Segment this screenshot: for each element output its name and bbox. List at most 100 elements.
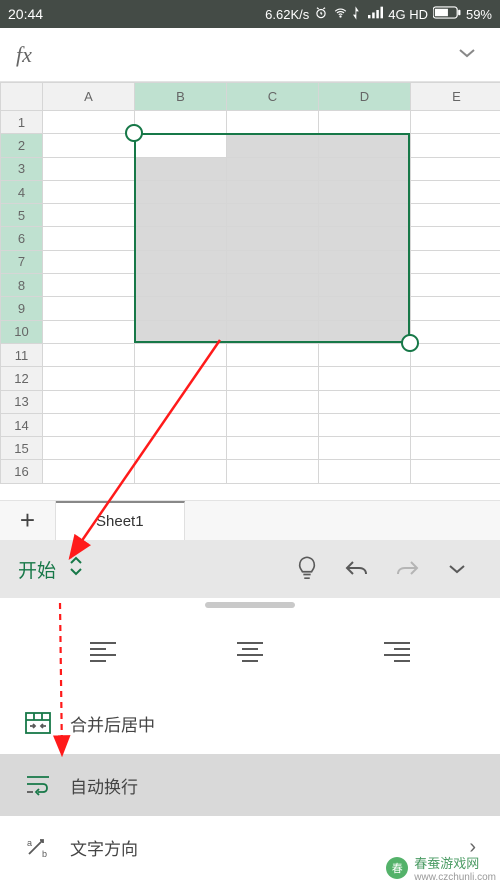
row-header[interactable]: 15: [1, 437, 43, 460]
col-header[interactable]: B: [135, 83, 227, 111]
align-center-button[interactable]: [222, 629, 278, 675]
cell[interactable]: [135, 413, 227, 436]
ribbon-collapse-button[interactable]: [432, 563, 482, 575]
cell[interactable]: [411, 437, 500, 460]
col-header[interactable]: D: [319, 83, 411, 111]
cell[interactable]: [411, 227, 500, 250]
cell[interactable]: [411, 274, 500, 297]
cell[interactable]: [135, 460, 227, 483]
cell[interactable]: [411, 297, 500, 320]
cell[interactable]: [319, 204, 411, 227]
cell[interactable]: [411, 413, 500, 436]
row-header[interactable]: 9: [1, 297, 43, 320]
cell[interactable]: [319, 297, 411, 320]
cell[interactable]: [227, 250, 319, 273]
cell[interactable]: [319, 320, 411, 343]
row-header[interactable]: 12: [1, 367, 43, 390]
cell[interactable]: [319, 274, 411, 297]
cell[interactable]: [43, 320, 135, 343]
align-left-button[interactable]: [75, 629, 131, 675]
cell[interactable]: [411, 343, 500, 366]
col-header[interactable]: C: [227, 83, 319, 111]
cell[interactable]: [319, 157, 411, 180]
cell[interactable]: [135, 274, 227, 297]
cell[interactable]: [43, 157, 135, 180]
cell[interactable]: [319, 250, 411, 273]
cell[interactable]: [135, 250, 227, 273]
cell[interactable]: [227, 180, 319, 203]
cell[interactable]: [227, 274, 319, 297]
row-header[interactable]: 5: [1, 204, 43, 227]
cell[interactable]: [227, 297, 319, 320]
cell[interactable]: [135, 390, 227, 413]
cell[interactable]: [43, 390, 135, 413]
redo-button[interactable]: [382, 558, 432, 580]
tell-me-button[interactable]: [282, 555, 332, 583]
chevron-down-icon[interactable]: [458, 46, 476, 64]
undo-button[interactable]: [332, 558, 382, 580]
merge-center-item[interactable]: 合并后居中: [0, 692, 500, 754]
cell[interactable]: [319, 390, 411, 413]
cell[interactable]: [227, 204, 319, 227]
cell[interactable]: [135, 227, 227, 250]
cell[interactable]: [319, 437, 411, 460]
cell[interactable]: [411, 250, 500, 273]
cell[interactable]: [43, 343, 135, 366]
ribbon-tab-selector[interactable]: 开始: [18, 555, 84, 583]
wrap-text-item[interactable]: 自动换行: [0, 754, 500, 816]
cell[interactable]: [319, 227, 411, 250]
cell[interactable]: [227, 343, 319, 366]
cell[interactable]: [135, 157, 227, 180]
select-all-cell[interactable]: [1, 83, 43, 111]
cell[interactable]: [227, 157, 319, 180]
col-header[interactable]: A: [43, 83, 135, 111]
sheet-tab[interactable]: Sheet1: [56, 501, 185, 540]
cell[interactable]: [319, 367, 411, 390]
cell[interactable]: [227, 413, 319, 436]
cell[interactable]: [411, 367, 500, 390]
cell[interactable]: [227, 390, 319, 413]
cell[interactable]: [227, 134, 319, 157]
cell[interactable]: [135, 437, 227, 460]
row-header[interactable]: 16: [1, 460, 43, 483]
drag-handle[interactable]: [0, 598, 500, 612]
row-header[interactable]: 14: [1, 413, 43, 436]
row-header[interactable]: 2: [1, 134, 43, 157]
cell[interactable]: [43, 460, 135, 483]
cell[interactable]: [411, 320, 500, 343]
cell[interactable]: [227, 460, 319, 483]
cell[interactable]: [135, 134, 227, 157]
formula-bar[interactable]: fx: [0, 28, 500, 82]
cell[interactable]: [135, 343, 227, 366]
cell[interactable]: [227, 111, 319, 134]
cell[interactable]: [411, 134, 500, 157]
cell[interactable]: [43, 111, 135, 134]
cell[interactable]: [43, 134, 135, 157]
cell[interactable]: [319, 343, 411, 366]
cell[interactable]: [227, 320, 319, 343]
cell[interactable]: [43, 204, 135, 227]
cell[interactable]: [135, 204, 227, 227]
cell[interactable]: [227, 227, 319, 250]
cell[interactable]: [411, 460, 500, 483]
row-header[interactable]: 3: [1, 157, 43, 180]
cell[interactable]: [411, 390, 500, 413]
cell[interactable]: [319, 460, 411, 483]
row-header[interactable]: 13: [1, 390, 43, 413]
row-header[interactable]: 8: [1, 274, 43, 297]
cell[interactable]: [43, 437, 135, 460]
row-header[interactable]: 7: [1, 250, 43, 273]
row-header[interactable]: 11: [1, 343, 43, 366]
cell[interactable]: [135, 297, 227, 320]
row-header[interactable]: 10: [1, 320, 43, 343]
cell[interactable]: [135, 180, 227, 203]
cell[interactable]: [319, 134, 411, 157]
row-header[interactable]: 1: [1, 111, 43, 134]
cell[interactable]: [411, 180, 500, 203]
cell[interactable]: [411, 111, 500, 134]
cell[interactable]: [411, 204, 500, 227]
cell[interactable]: [319, 413, 411, 436]
cell[interactable]: [135, 320, 227, 343]
cell[interactable]: [43, 274, 135, 297]
cell[interactable]: [227, 437, 319, 460]
